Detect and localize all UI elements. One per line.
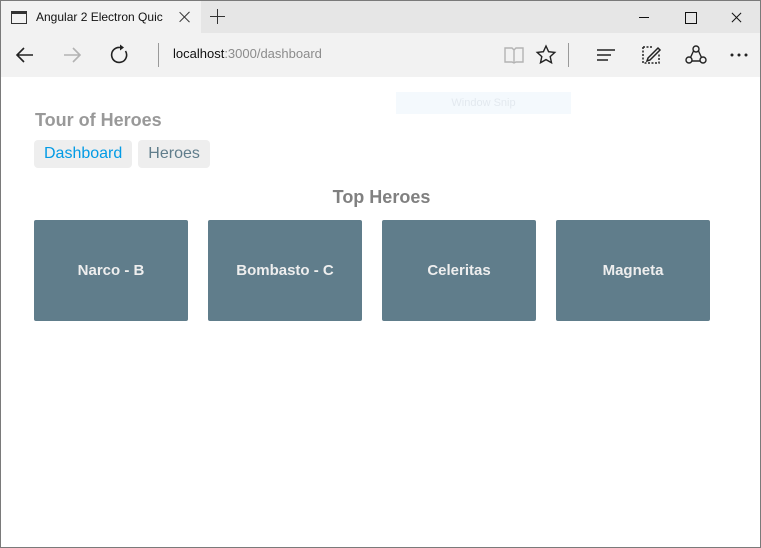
hero-name: Magneta [602, 262, 664, 279]
hero-grid: Narco - B Bombasto - C Celeritas Magneta [34, 220, 710, 321]
minimize-icon[interactable] [621, 1, 667, 33]
refresh-icon[interactable] [108, 43, 132, 67]
hero-name: Celeritas [427, 262, 491, 279]
hero-name: Bombasto - C [236, 262, 334, 279]
forward-arrow-icon[interactable] [60, 43, 84, 67]
window-snip-overlay: Window Snip [396, 92, 571, 114]
hub-icon[interactable] [594, 43, 618, 67]
hero-tile[interactable]: Magneta [556, 220, 710, 321]
maximize-icon[interactable] [667, 1, 713, 33]
address-host: localhost [173, 46, 225, 61]
hero-tile[interactable]: Bombasto - C [208, 220, 362, 321]
back-arrow-icon[interactable] [13, 43, 37, 67]
app-nav: Dashboard Heroes [34, 140, 210, 168]
title-bar: Angular 2 Electron Quic [1, 1, 760, 33]
close-tab-icon[interactable] [178, 10, 192, 24]
separator [568, 43, 569, 67]
hero-tile[interactable]: Celeritas [382, 220, 536, 321]
share-icon[interactable] [684, 43, 708, 67]
browser-window: Angular 2 Electron Quic localhost:3000/d… [0, 0, 761, 548]
tab-page-icon [11, 10, 27, 24]
favorite-star-icon[interactable] [534, 43, 558, 67]
address-bar[interactable]: localhost:3000/dashboard [173, 46, 322, 61]
nav-link-dashboard[interactable]: Dashboard [34, 140, 133, 168]
browser-tab[interactable]: Angular 2 Electron Quic [1, 1, 201, 33]
new-tab-plus-icon[interactable] [208, 7, 228, 27]
navigation-bar: localhost:3000/dashboard [1, 33, 760, 77]
app-title: Tour of Heroes [35, 110, 162, 130]
page-content: Window Snip Tour of Heroes Dashboard Her… [1, 78, 760, 547]
tab-title: Angular 2 Electron Quic [36, 10, 163, 24]
nav-link-heroes[interactable]: Heroes [138, 140, 210, 168]
window-close-icon[interactable] [713, 1, 759, 33]
reading-view-icon[interactable] [502, 43, 526, 67]
separator [158, 43, 159, 67]
more-icon[interactable] [727, 43, 751, 67]
address-path: :3000/dashboard [224, 46, 322, 61]
hero-name: Narco - B [77, 262, 145, 279]
section-title: Top Heroes [332, 187, 431, 207]
hero-tile[interactable]: Narco - B [34, 220, 188, 321]
web-note-icon[interactable] [639, 43, 663, 67]
